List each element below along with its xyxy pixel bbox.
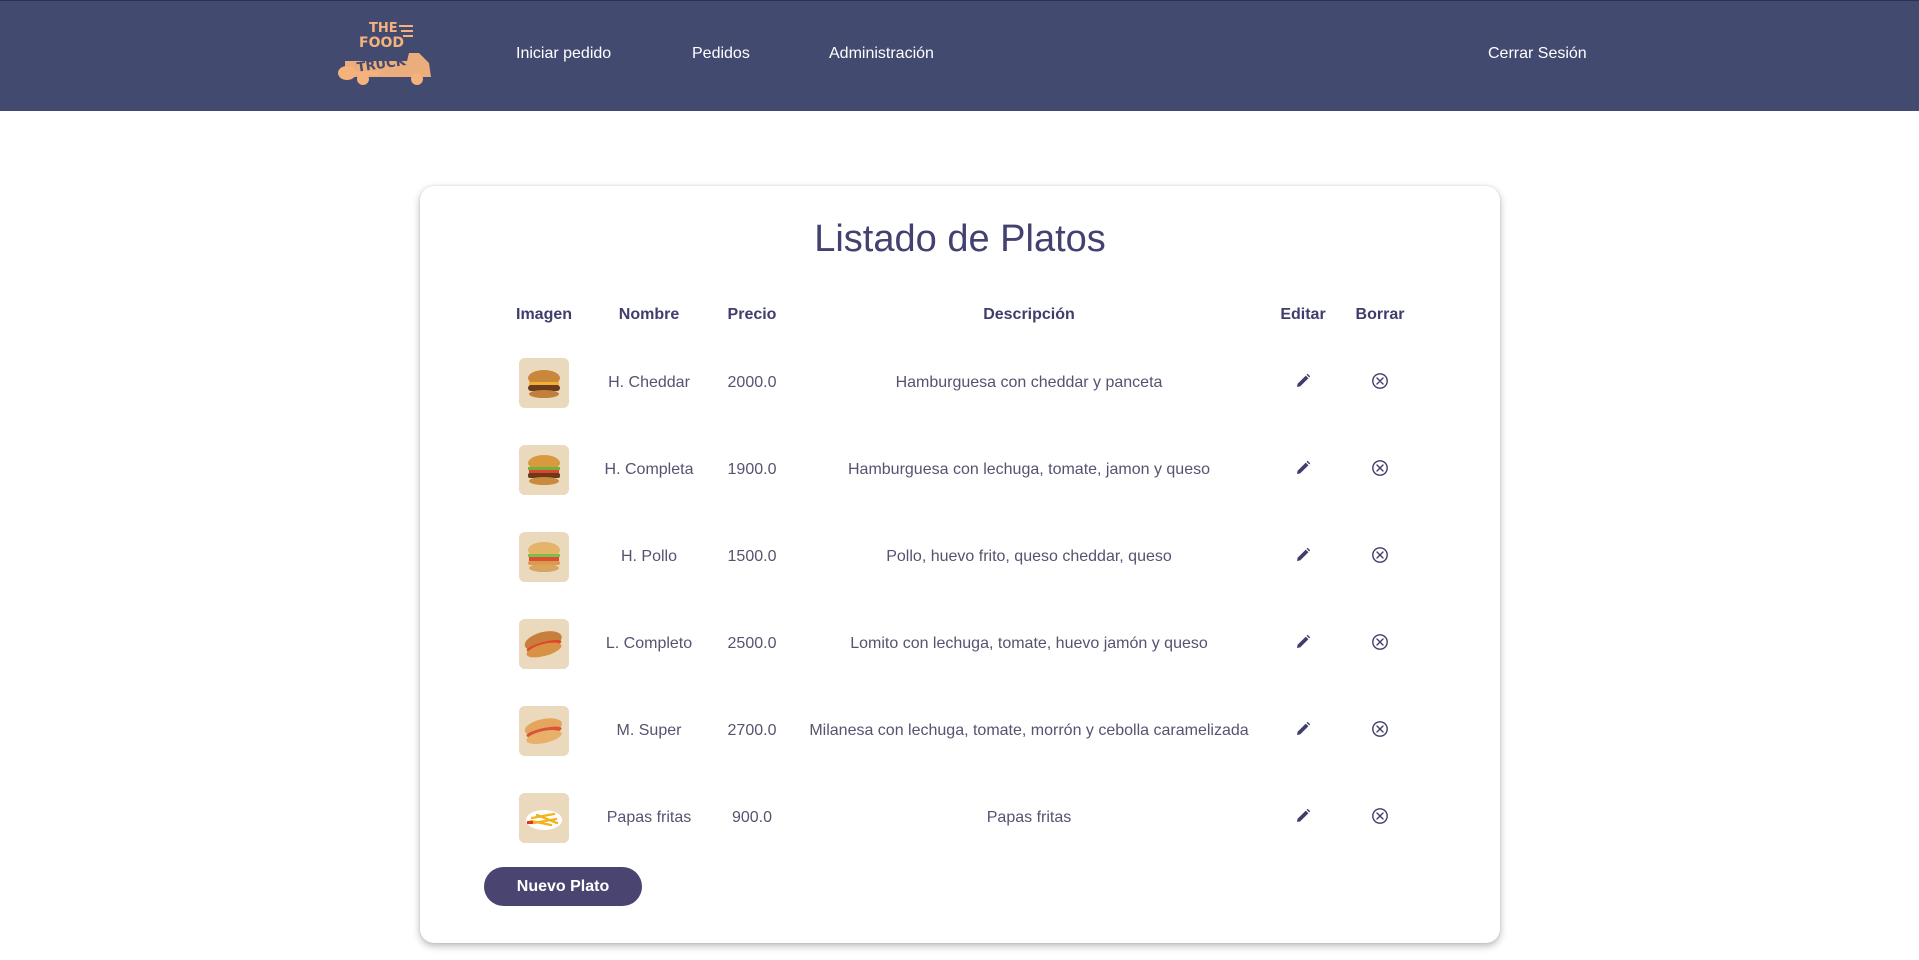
dish-name: M. Super [616, 722, 682, 739]
dish-description: Papas fritas [986, 809, 1072, 826]
dish-description: Hamburguesa con lechuga, tomate, jamon y… [848, 461, 1210, 478]
dish-name: H. Cheddar [608, 374, 690, 391]
dish-description: Hamburguesa con cheddar y panceta [895, 374, 1163, 391]
close-circle-icon [1371, 720, 1389, 743]
close-circle-icon [1371, 459, 1389, 482]
chicken-burger-photo [519, 532, 569, 582]
table-row: H. Completa 1900.0 Hamburguesa con lechuga… [420, 435, 1500, 505]
edit-button[interactable] [1292, 372, 1314, 394]
pencil-icon [1295, 634, 1311, 655]
pencil-icon [1295, 721, 1311, 742]
dish-price: 2500.0 [727, 635, 777, 652]
dish-description: Milanesa con lechuga, tomate, morrón y c… [809, 722, 1249, 739]
pencil-icon [1295, 808, 1311, 829]
logo-text-food: FOOD [359, 35, 404, 51]
edit-button[interactable] [1292, 633, 1314, 655]
burger-cheddar-photo [519, 358, 569, 408]
table-row: L. Completo 2500.0 Lomito con lechuga, tom… [420, 609, 1500, 679]
pencil-icon [1295, 547, 1311, 568]
table-row: H. Cheddar 2000.0 Hamburguesa con cheddar … [420, 348, 1500, 418]
dish-image [519, 445, 569, 495]
column-header-delete: Borrar [1355, 306, 1405, 323]
column-header-edit: Editar [1280, 306, 1326, 323]
nav-link-administracion[interactable]: Administración [829, 45, 934, 63]
dish-name: L. Completo [605, 635, 693, 652]
dish-image [519, 706, 569, 756]
close-circle-icon [1371, 546, 1389, 569]
table-row: H. Pollo 1500.0 Pollo, huevo frito, queso … [420, 522, 1500, 592]
fries-photo [519, 793, 569, 843]
page-title: Listado de Platos [814, 218, 1106, 260]
dish-name: H. Pollo [620, 548, 678, 565]
pencil-icon [1295, 460, 1311, 481]
dish-image [519, 532, 569, 582]
delete-button[interactable] [1369, 807, 1391, 829]
close-circle-icon [1371, 807, 1389, 830]
dish-price: 1500.0 [727, 548, 777, 565]
dish-description: Lomito con lechuga, tomate, huevo jamón … [850, 635, 1208, 652]
dish-name: Papas fritas [606, 809, 692, 826]
dishes-card: Listado de Platos Imagen Nombre Precio D… [420, 186, 1500, 943]
burger-complete-photo [519, 445, 569, 495]
table-row: Papas fritas 900.0 Papas fritas [420, 783, 1500, 853]
nav-link-iniciar-pedido[interactable]: Iniciar pedido [516, 45, 611, 63]
milanesa-sandwich-photo [519, 706, 569, 756]
edit-button[interactable] [1292, 720, 1314, 742]
logout-link[interactable]: Cerrar Sesión [1488, 45, 1587, 63]
edit-button[interactable] [1292, 546, 1314, 568]
dish-price: 2000.0 [727, 374, 777, 391]
pencil-icon [1295, 373, 1311, 394]
delete-button[interactable] [1369, 546, 1391, 568]
dish-image [519, 793, 569, 843]
close-circle-icon [1371, 372, 1389, 395]
lomito-sandwich-photo [519, 619, 569, 669]
table-row: M. Super 2700.0 Milanesa con lechuga, toma… [420, 696, 1500, 766]
close-circle-icon [1371, 633, 1389, 656]
dish-price: 900.0 [731, 809, 773, 826]
food-truck-logo[interactable]: THE FOOD TRUCK [337, 17, 437, 89]
new-dish-button[interactable]: Nuevo Plato [484, 867, 642, 906]
nav-link-pedidos[interactable]: Pedidos [692, 45, 750, 63]
delete-button[interactable] [1369, 459, 1391, 481]
dish-description: Pollo, huevo frito, queso cheddar, queso [886, 548, 1172, 565]
dish-image [519, 619, 569, 669]
delete-button[interactable] [1369, 372, 1391, 394]
delete-button[interactable] [1369, 633, 1391, 655]
column-header-price: Precio [727, 306, 777, 323]
column-header-image: Imagen [515, 306, 573, 323]
navbar: THE FOOD TRUCK Iniciar pedido Pedidos Ad… [0, 0, 1919, 111]
dish-price: 1900.0 [727, 461, 777, 478]
logo-text-the: THE [369, 21, 398, 36]
dish-name: H. Completa [604, 461, 694, 478]
column-header-name: Nombre [618, 306, 680, 323]
delete-button[interactable] [1369, 720, 1391, 742]
column-header-description: Descripción [983, 306, 1075, 323]
edit-button[interactable] [1292, 807, 1314, 829]
edit-button[interactable] [1292, 459, 1314, 481]
dish-price: 2700.0 [727, 722, 777, 739]
dish-image [519, 358, 569, 408]
